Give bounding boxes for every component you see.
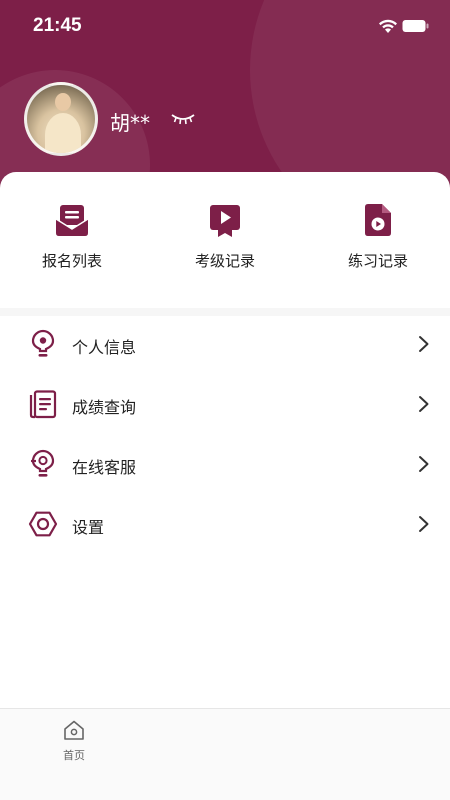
tab-home-label: 首页: [63, 749, 85, 762]
quick-action-label: 练习记录: [347, 252, 408, 270]
document-list-icon: [29, 390, 57, 419]
quick-action-exam-records[interactable]: 考级记录: [170, 202, 280, 271]
menu-item-label: 成绩查询: [72, 398, 137, 417]
quick-actions: 报名列表 考级记录 练习记录: [0, 172, 450, 308]
quick-action-practice-records[interactable]: 练习记录: [323, 202, 433, 271]
status-bar: 21:45: [0, 0, 450, 54]
menu-item-online-service[interactable]: 在线客服: [0, 434, 450, 494]
menu-item-label: 在线客服: [72, 458, 137, 477]
menu-item-settings[interactable]: 设置: [0, 494, 450, 554]
chevron-right-icon: [419, 396, 429, 412]
person-pin-icon: [31, 329, 55, 357]
eye-closed-icon[interactable]: [170, 112, 196, 126]
status-time: 21:45: [33, 15, 82, 36]
chevron-right-icon: [419, 516, 429, 532]
chevron-right-icon: [419, 456, 429, 472]
video-file-icon: [365, 204, 391, 236]
quick-action-signup-list[interactable]: 报名列表: [17, 202, 127, 271]
menu-item-score-query[interactable]: 成绩查询: [0, 374, 450, 434]
settings-hexagon-icon: [28, 511, 58, 537]
menu-item-personal-info[interactable]: 个人信息: [0, 314, 450, 374]
wifi-icon: [379, 19, 397, 33]
home-icon: [64, 720, 84, 740]
headset-icon: [31, 449, 55, 477]
video-badge-icon: [210, 205, 240, 237]
quick-action-label: 报名列表: [41, 252, 102, 270]
menu-item-label: 个人信息: [72, 338, 137, 357]
profile-name: 胡**: [110, 111, 150, 135]
tab-home[interactable]: 首页: [54, 719, 94, 763]
battery-icon: [402, 20, 429, 32]
avatar[interactable]: [24, 82, 98, 156]
envelope-list-icon: [55, 205, 89, 236]
quick-action-label: 考级记录: [194, 252, 255, 270]
menu-list: 个人信息 成绩查询 在线客服 设置: [0, 314, 450, 554]
content-card: 报名列表 考级记录 练习记录 个人信息 成绩查询 在线客服 设置: [0, 172, 450, 712]
chevron-right-icon: [419, 336, 429, 352]
tab-bar: 首页: [0, 708, 450, 800]
menu-item-label: 设置: [72, 518, 105, 537]
